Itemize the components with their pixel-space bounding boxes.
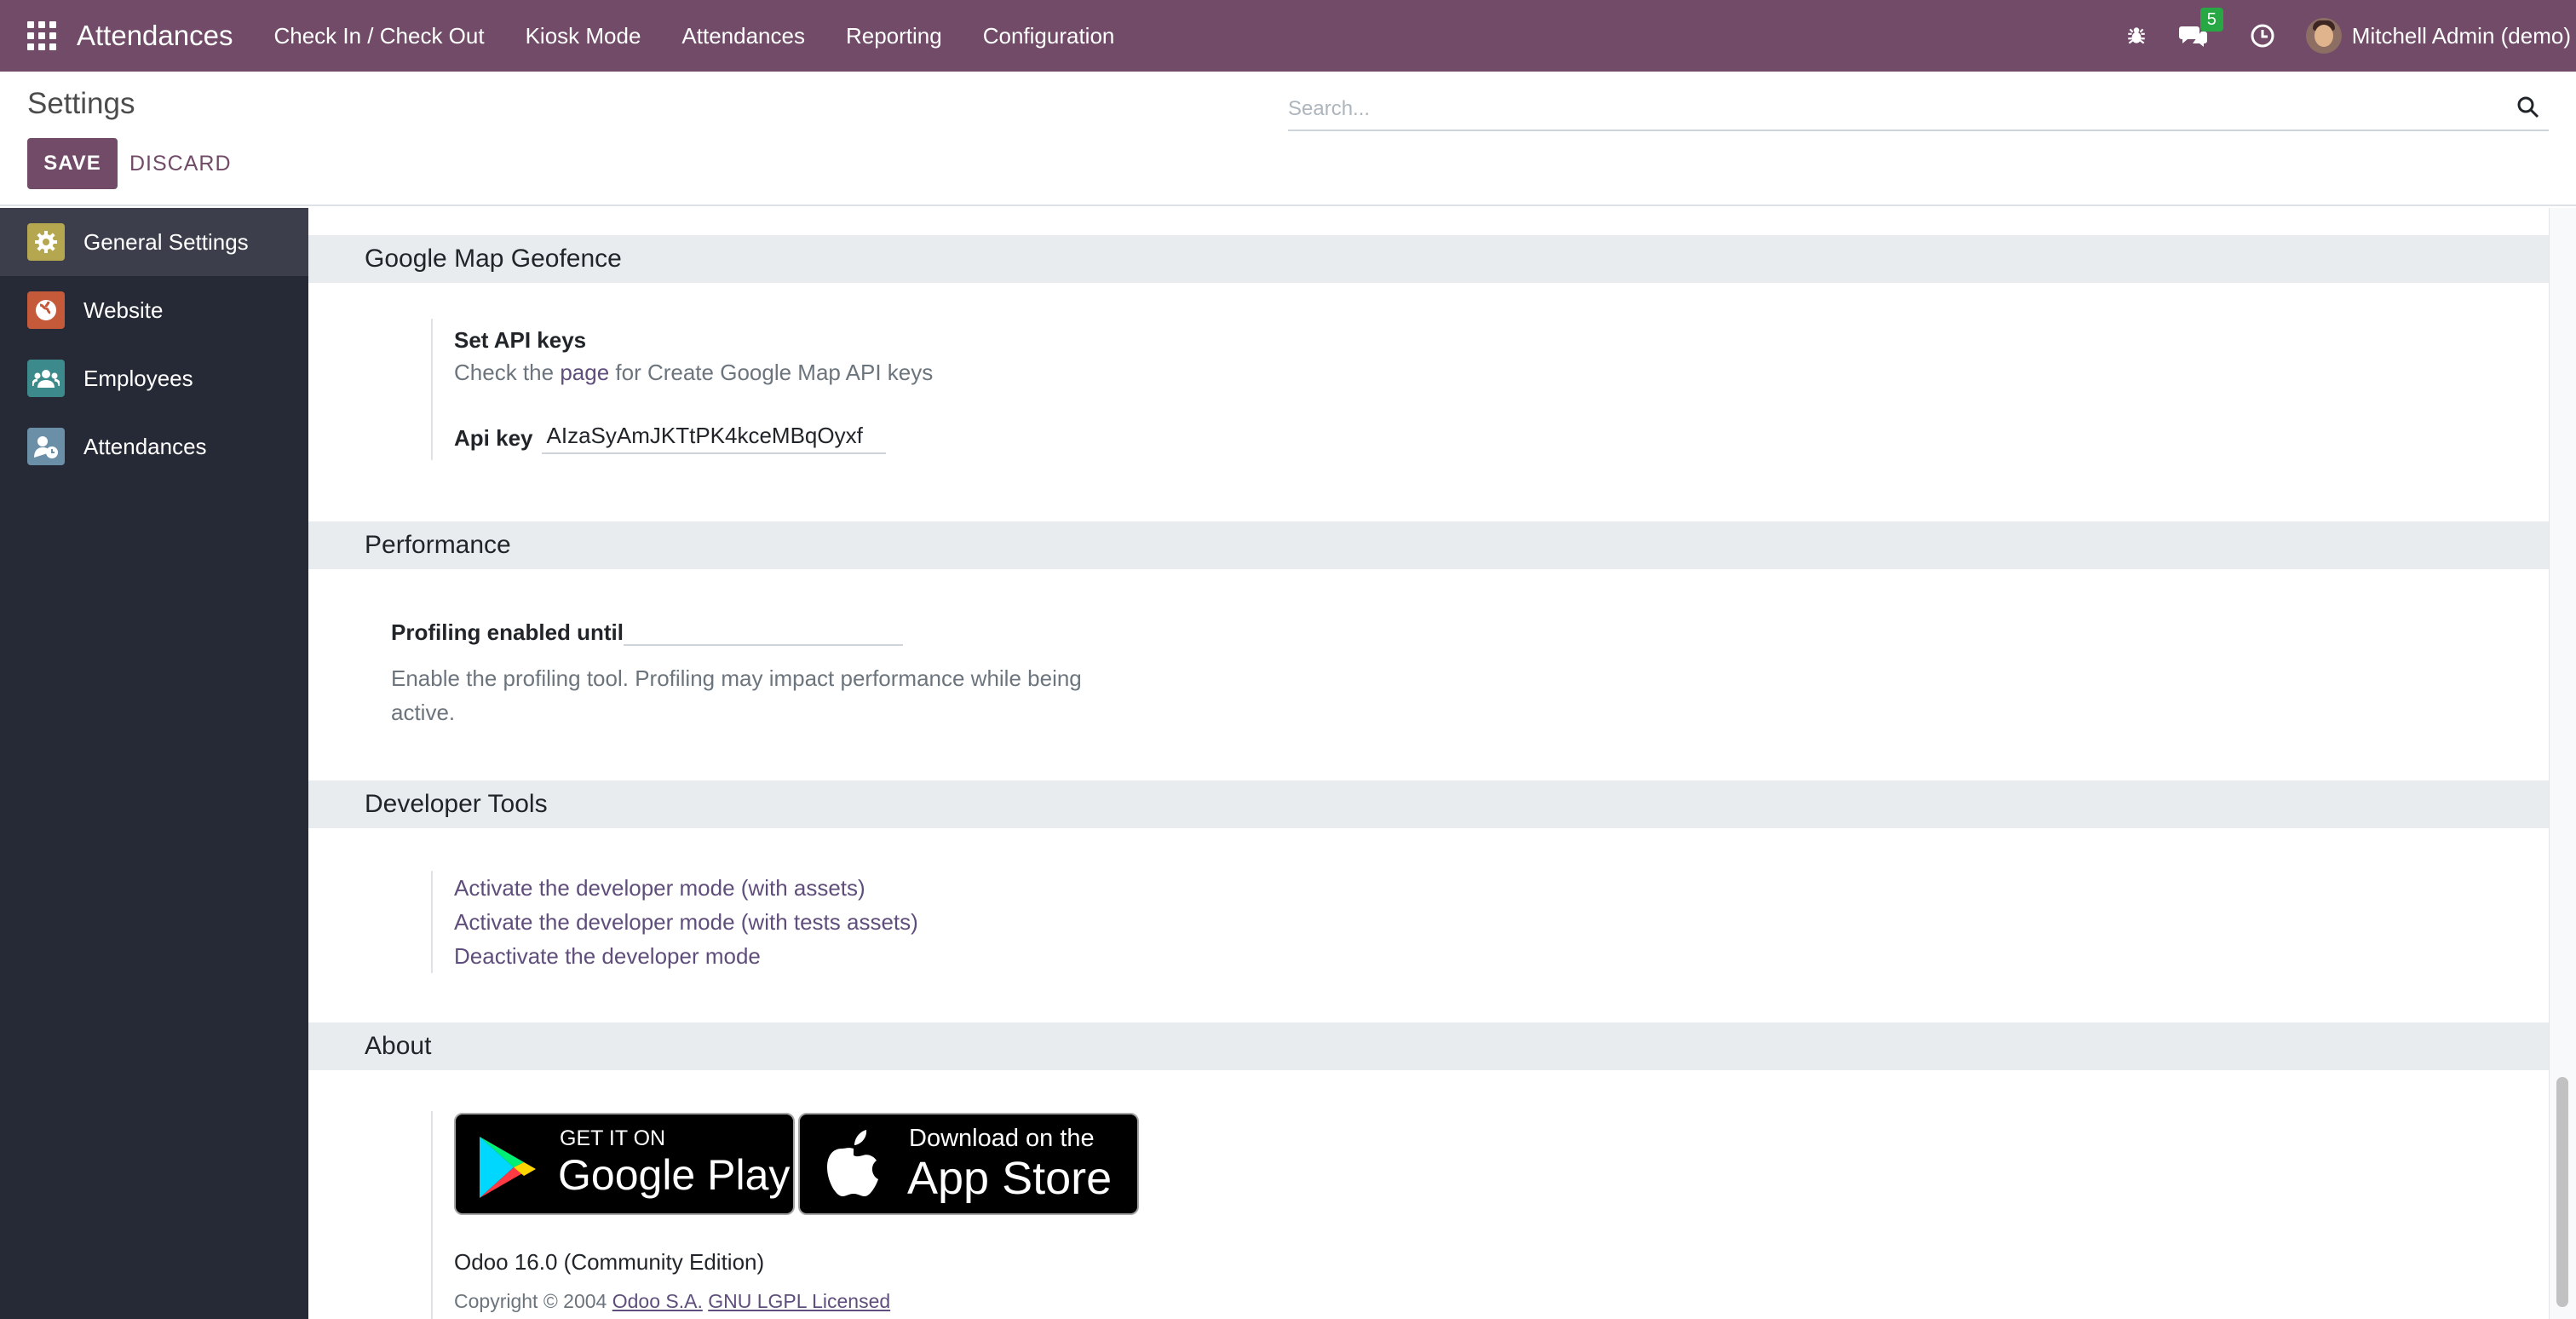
odoo-company-link[interactable]: Odoo S.A.	[612, 1290, 703, 1312]
developer-box	[431, 871, 433, 973]
user-name[interactable]: Mitchell Admin (demo)	[2352, 23, 2571, 49]
section-title-about: About	[308, 1022, 2549, 1070]
desc-line: Enable the profiling tool. Profiling may…	[391, 665, 1082, 691]
page-title: Settings	[27, 87, 135, 120]
deactivate-dev-mode-link[interactable]: Deactivate the developer mode	[454, 939, 918, 973]
search-bar	[1288, 89, 2549, 131]
api-page-link[interactable]: page	[560, 360, 609, 385]
desc-text: Check the	[454, 360, 555, 385]
google-play-bottom-text: Google Play	[558, 1151, 791, 1199]
menu-attendances[interactable]: Attendances	[681, 23, 805, 49]
sidebar-item-label: Employees	[83, 365, 193, 391]
about-box	[431, 1111, 433, 1319]
top-navbar: Attendances Check In / Check Out Kiosk M…	[0, 0, 2576, 72]
profiling-date-field[interactable]	[624, 617, 903, 646]
setting-title-api-keys: Set API keys	[454, 327, 587, 353]
control-panel: Settings SAVE DISCARD	[0, 72, 2576, 206]
setting-box-api-keys	[431, 319, 433, 460]
app-store-top-text: Download on the	[909, 1125, 1095, 1152]
content-scrollbar[interactable]	[2549, 208, 2576, 1319]
settings-content: Google Map Geofence Set API keys Check t…	[308, 208, 2549, 1319]
api-key-row: Api key AIzaSyAmJKTtPK4kceMBqOyxf	[454, 423, 886, 454]
google-play-top-text: GET IT ON	[560, 1126, 666, 1150]
sidebar-item-general-settings[interactable]: General Settings	[0, 208, 308, 276]
sidebar-item-website[interactable]: Website	[0, 276, 308, 344]
section-title-developer-tools: Developer Tools	[308, 780, 2549, 828]
user-avatar[interactable]	[2305, 18, 2342, 54]
search-icon[interactable]	[2516, 95, 2540, 124]
sidebar-item-employees[interactable]: Employees	[0, 344, 308, 412]
api-key-field[interactable]: AIzaSyAmJKTtPK4kceMBqOyxf	[541, 423, 886, 454]
users-icon	[27, 360, 65, 397]
copyright-text: Copyright © 2004	[454, 1290, 607, 1312]
attendance-icon	[27, 428, 65, 465]
scrollbar-thumb[interactable]	[2556, 1077, 2568, 1307]
menu-kiosk-mode[interactable]: Kiosk Mode	[526, 23, 641, 49]
gear-icon	[27, 223, 65, 261]
google-play-badge[interactable]: GET IT ON Google Play	[454, 1113, 795, 1215]
menu-reporting[interactable]: Reporting	[846, 23, 942, 49]
search-input[interactable]	[1288, 92, 2516, 126]
messages-count-badge: 5	[2199, 8, 2223, 32]
sidebar-item-attendances[interactable]: Attendances	[0, 412, 308, 481]
globe-icon	[27, 291, 65, 329]
sidebar-item-label: Attendances	[83, 433, 207, 459]
discard-button[interactable]: DISCARD	[129, 138, 232, 189]
desc-text: for Create Google Map API keys	[615, 360, 934, 385]
app-store-bottom-text: App Store	[907, 1153, 1113, 1204]
profiling-label: Profiling enabled until	[391, 619, 624, 645]
desc-line: active.	[391, 700, 456, 725]
settings-sidebar: General Settings Website Employees Atten…	[0, 208, 308, 1319]
sidebar-item-label: General Settings	[83, 228, 249, 255]
app-brand[interactable]: Attendances	[77, 20, 233, 52]
section-title-performance: Performance	[308, 521, 2549, 569]
copyright-line: Copyright © 2004 Odoo S.A. GNU LGPL Lice…	[454, 1290, 890, 1313]
messages-chat-icon[interactable]: 5	[2178, 8, 2223, 49]
sidebar-item-label: Website	[83, 297, 164, 323]
menu-configuration[interactable]: Configuration	[983, 23, 1115, 49]
menu-check-in-out[interactable]: Check In / Check Out	[273, 23, 484, 49]
setting-description: Check the page for Create Google Map API…	[454, 360, 933, 386]
activate-dev-mode-tests-link[interactable]: Activate the developer mode (with tests …	[454, 905, 918, 939]
section-title-geofence: Google Map Geofence	[308, 235, 2549, 283]
odoo-version: Odoo 16.0 (Community Edition)	[454, 1249, 765, 1275]
apps-menu-icon[interactable]	[27, 21, 56, 50]
profiling-description: Enable the profiling tool. Profiling may…	[391, 661, 1082, 729]
save-button[interactable]: SAVE	[27, 138, 118, 189]
app-store-badge[interactable]: Download on the App Store	[798, 1113, 1139, 1215]
developer-links: Activate the developer mode (with assets…	[454, 871, 918, 973]
apple-icon	[827, 1130, 878, 1196]
activity-clock-icon[interactable]	[2250, 23, 2275, 49]
debug-bug-icon[interactable]	[2125, 25, 2148, 47]
activate-dev-mode-assets-link[interactable]: Activate the developer mode (with assets…	[454, 871, 918, 905]
profiling-row: Profiling enabled until	[391, 617, 903, 646]
google-play-icon	[480, 1137, 536, 1198]
api-key-label: Api key	[454, 425, 533, 451]
license-link[interactable]: GNU LGPL Licensed	[708, 1290, 890, 1312]
